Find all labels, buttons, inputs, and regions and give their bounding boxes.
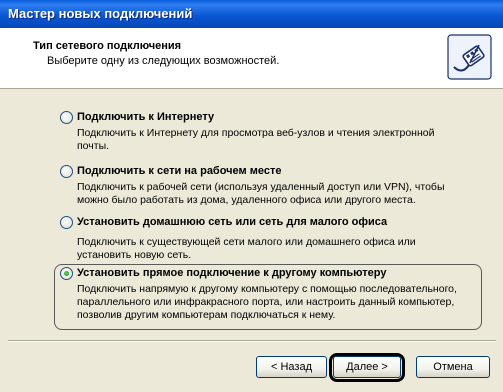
option-desc-line: Подключить к рабочей сети (используя уда… [77, 181, 445, 193]
option-label-internet[interactable]: Подключить к Интернету [77, 111, 214, 123]
next-button[interactable]: Далее > [333, 356, 401, 378]
option-label-direct-connection[interactable]: Установить прямое подключение к другому … [77, 267, 386, 279]
option-desc-home-network: Подключить к существующей сети малого ил… [77, 236, 416, 262]
network-cable-icon [446, 33, 493, 81]
cancel-button[interactable]: Отмена [416, 356, 490, 378]
button-separator [8, 340, 496, 342]
option-desc-workplace: Подключить к рабочей сети (используя уда… [77, 181, 445, 207]
option-desc-line: Подключить к существующей сети малого ил… [77, 236, 416, 248]
header-subtitle: Выберите одну из следующих возможностей. [47, 55, 280, 67]
option-desc-line: позволив другим компьютерам подключаться… [77, 309, 336, 321]
radio-internet[interactable] [60, 111, 73, 124]
option-desc-line: Подключить к Интернету для просмотра веб… [77, 127, 435, 139]
radio-direct-connection[interactable] [60, 267, 73, 280]
radio-selected-dot [64, 271, 69, 276]
option-desc-direct-connection: Подключить напрямую к другому компьютеру… [77, 283, 457, 322]
option-desc-line: почты. [77, 140, 110, 152]
radio-workplace[interactable] [60, 165, 73, 178]
option-label-home-network[interactable]: Установить домашнюю сеть или сеть для ма… [77, 216, 387, 228]
wizard-window: Мастер новых подключений Тип сетевого по… [0, 0, 503, 392]
window-title: Мастер новых подключений [8, 6, 193, 21]
option-desc-line: Подключить напрямую к другому компьютеру… [77, 283, 457, 295]
radio-home-network[interactable] [60, 216, 73, 229]
option-label-workplace[interactable]: Подключить к сети на рабочем месте [77, 165, 281, 177]
title-bar[interactable]: Мастер новых подключений [0, 0, 503, 28]
option-desc-internet: Подключить к Интернету для просмотра веб… [77, 127, 434, 153]
option-desc-line: установить новую сеть. [77, 249, 192, 261]
back-button[interactable]: < Назад [256, 356, 327, 378]
option-desc-line: можно было работать из дома, удаленного … [77, 194, 416, 206]
option-desc-line: параллельного или инфракрасного порта, и… [77, 296, 455, 308]
header-title: Тип сетевого подключения [33, 40, 182, 52]
wizard-header: Тип сетевого подключения Выберите одну и… [0, 28, 503, 89]
